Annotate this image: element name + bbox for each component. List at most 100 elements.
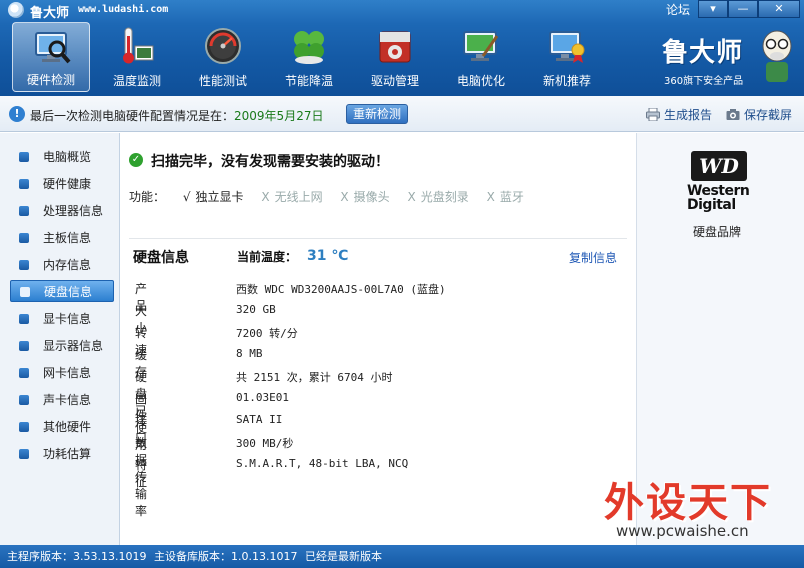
info-value: S.M.A.R.T, 48-bit LBA, NCQ [236,457,409,470]
feature-mark: √ [182,190,191,204]
brand-subtitle: 360旗下安全产品 [664,76,744,87]
minimize-button[interactable]: — [728,0,758,18]
sidebar-item-label: 显示器信息 [43,339,104,353]
sidebar-item-power[interactable]: 功耗估算 [10,443,114,465]
feature-name: 光盘刻录 [420,190,469,204]
tool-new-pc[interactable]: 新机推荐 [528,22,606,92]
feature-mark: X [486,190,495,204]
bullet-icon [19,314,29,324]
info-value: 8 MB [236,347,263,360]
info-value: 01.03E01 [236,391,289,404]
sidebar-item-sound[interactable]: 声卡信息 [10,389,114,411]
main-panel: ✓ 扫描完毕，没有发现需要安装的驱动！ 功能： √ 独立显卡 X 无线上网 X 摄像头… [121,133,635,545]
info-value: 320 GB [236,303,276,316]
bullet-icon [19,449,29,459]
bullet-icon [19,152,29,162]
watermark-text: 外设天下 [604,480,772,526]
feature-label: 功能： [129,190,166,204]
feature-item: X 无线上网 [261,190,322,204]
menu-button[interactable]: ▾ [698,0,728,18]
sidebar-item-label: 处理器信息 [43,204,104,218]
sidebar-item-label: 声卡信息 [43,393,92,407]
sidebar-item-label: 功耗估算 [43,447,92,461]
feature-name: 无线上网 [274,190,323,204]
feature-item: √ 独立显卡 [183,190,244,204]
sidebar-item-label: 显卡信息 [43,312,92,326]
app-url: www.ludashi.com [78,4,169,15]
sidebar-item-label: 其他硬件 [43,420,92,434]
title-bar: 鲁大师 www.ludashi.com 论坛 ▾ — ✕ [0,0,804,21]
sidebar-item-graphics[interactable]: 显卡信息 [10,308,114,330]
info-value: SATA II [236,413,283,426]
sidebar-item-cpu[interactable]: 处理器信息 [10,200,114,222]
db-version: 主设备库版本：1.0.13.1017 [153,550,298,563]
bullet-icon [19,206,29,216]
tool-hardware-detect[interactable]: 硬件检测 [12,22,90,92]
save-screenshot-button[interactable]: 保存截屏 [726,106,792,123]
bullet-icon [19,422,29,432]
bullet-icon [19,179,29,189]
tool-temperature[interactable]: 温度监测 [98,22,176,92]
info-value: 共 2151 次，累计 6704 小时 [236,371,393,384]
feature-name: 摄像头 [353,190,390,204]
divider [129,238,627,239]
tool-performance[interactable]: 性能测试 [184,22,262,92]
tool-label: 电脑优化 [456,74,505,88]
tool-label: 新机推荐 [542,74,591,88]
sidebar-item-memory[interactable]: 内存信息 [10,254,114,276]
tool-optimize[interactable]: 电脑优化 [442,22,520,92]
bullet-icon [19,341,29,351]
close-button[interactable]: ✕ [758,0,800,18]
sidebar-item-display[interactable]: 显示器信息 [10,335,114,357]
redetect-button[interactable]: 重新检测 [346,104,408,124]
gear-box-icon [379,31,411,63]
sidebar-item-label: 硬盘信息 [44,285,93,299]
info-value: 300 MB/秒 [236,437,294,450]
info-key: 特征 [135,458,148,489]
brand-name-line2: Digital [687,197,736,213]
brand-caption: 硬盘品牌 [693,225,742,239]
feature-name: 蓝牙 [499,190,524,204]
section-title: 硬盘信息 [133,250,189,266]
forum-link[interactable]: 论坛 [666,1,690,18]
sidebar-item-overview[interactable]: 电脑概览 [10,146,114,168]
main-version: 主程序版本：3.53.13.1019 [7,550,147,563]
wd-logo: WD [691,151,747,181]
tool-driver-manager[interactable]: 驱动管理 [356,22,434,92]
info-icon: ! [9,106,25,122]
sidebar-item-disk[interactable]: 硬盘信息 [10,280,114,302]
feature-item: X 光盘刻录 [408,190,469,204]
sidebar-item-label: 电脑概览 [43,150,92,164]
generate-report-label: 生成报告 [664,108,713,122]
tool-energy-saving[interactable]: 节能降温 [270,22,348,92]
mascot-icon [762,30,792,82]
app-title: 鲁大师 [30,6,70,21]
brand-logo: 鲁大师 360旗下安全产品 [660,28,800,88]
tool-label: 温度监测 [112,74,161,88]
bullet-icon [19,395,29,405]
scan-message: 扫描完毕，没有发现需要安装的驱动！ [151,154,389,170]
tool-label: 硬件检测 [26,73,75,87]
sidebar-item-other[interactable]: 其他硬件 [10,416,114,438]
temperature-label: 当前温度： [237,250,298,264]
app-logo-icon [8,2,24,18]
sidebar-item-network[interactable]: 网卡信息 [10,362,114,384]
sidebar-item-label: 网卡信息 [43,366,92,380]
feature-list: 功能： √ 独立显卡 X 无线上网 X 摄像头 X 光盘刻录 X 蓝牙 [129,188,524,205]
sidebar-item-motherboard[interactable]: 主板信息 [10,227,114,249]
copy-info-link[interactable]: 复制信息 [569,249,617,266]
sidebar-item-health[interactable]: 硬件健康 [10,173,114,195]
update-status: 已经是最新版本 [304,550,382,563]
temperature-value: 31 ℃ [307,248,349,264]
bullet-icon [20,287,30,297]
generate-report-button[interactable]: 生成报告 [646,106,712,123]
save-screenshot-label: 保存截屏 [744,108,793,122]
sidebar-item-label: 内存信息 [43,258,92,272]
watermark-url: www.pcwaishe.cn [616,522,749,540]
camera-icon [726,109,740,120]
last-detect-info: 最后一次检测电脑硬件配置情况是在：2009年5月27日 [30,107,323,124]
monitor-medal-icon [549,31,585,63]
sidebar: 电脑概览 硬件健康 处理器信息 主板信息 内存信息 硬盘信息 显卡信息 显示器信… [0,133,120,545]
feature-mark: X [261,190,270,204]
last-detect-prefix: 最后一次检测电脑硬件配置情况是在： [30,109,235,123]
